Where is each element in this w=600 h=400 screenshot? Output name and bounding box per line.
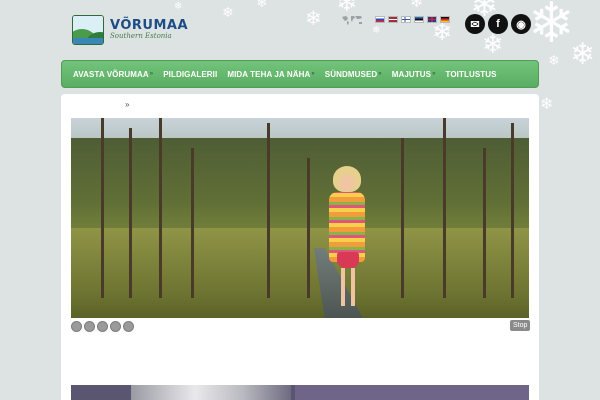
nav-item-majutus[interactable]: MAJUTUS» [392, 70, 436, 79]
site-logo[interactable]: VÕRUMAA Southern Estonia [72, 15, 188, 45]
snowflake-decoration: ❄ [528, 0, 575, 56]
submenu-arrow-icon: » [311, 71, 315, 77]
logo-subtitle: Southern Estonia [110, 32, 172, 40]
slideshow-pager [71, 321, 134, 332]
snowflake-decoration: ❄ [372, 25, 381, 36]
submenu-arrow-icon: » [378, 71, 382, 77]
snowflake-decoration: ❄ [222, 5, 234, 21]
snowflake-decoration: ❄ [540, 94, 554, 113]
slide-dot[interactable] [71, 321, 82, 332]
snowflake-decoration: ❄ [432, 18, 453, 46]
snowflake-decoration: ❄ [548, 53, 560, 69]
nav-item-sundmused[interactable]: SÜNDMUSED» [325, 70, 382, 79]
nav-item-mida-teha-ja-naha[interactable]: MIDA TEHA JA NÄHA» [227, 70, 314, 79]
logo-landscape-icon [72, 15, 104, 45]
flag-en-icon[interactable] [427, 16, 437, 23]
breadcrumb: » [125, 100, 130, 109]
slideshow-image[interactable] [71, 118, 529, 318]
slide-dot[interactable] [123, 321, 134, 332]
main-nav: AVASTA VÕRUMAA» PILDIGALERII MIDA TEHA J… [61, 60, 539, 88]
submenu-arrow-icon: » [432, 71, 436, 77]
nav-item-avasta-vorumaa[interactable]: AVASTA VÕRUMAA» [73, 70, 153, 79]
snowflake-decoration: ❄ [570, 37, 596, 72]
submenu-arrow-icon: » [149, 71, 154, 77]
flag-lv-icon[interactable] [388, 16, 398, 23]
flag-ru-icon[interactable] [375, 16, 385, 23]
snowflake-decoration: ❄ [482, 30, 504, 60]
nav-item-pildigalerii[interactable]: PILDIGALERII [163, 70, 217, 79]
rss-icon[interactable]: ◉ [511, 14, 531, 34]
snowflake-decoration: ❄ [305, 6, 322, 30]
content-panel: » Stop [61, 94, 539, 400]
slide-dot[interactable] [84, 321, 95, 332]
flag-de-icon[interactable] [440, 16, 450, 23]
world-map-icon[interactable] [340, 14, 364, 26]
snowflake-decoration: ❄ [174, 1, 183, 12]
flag-et-icon[interactable] [414, 16, 424, 23]
flag-fi-icon[interactable] [401, 16, 411, 23]
social-links: ✉ f ◉ [465, 14, 531, 34]
logo-title: VÕRUMAA [110, 18, 189, 33]
slide-dot[interactable] [110, 321, 121, 332]
snowflake-decoration: ❄ [410, 0, 424, 11]
slideshow-stop-button[interactable]: Stop [510, 320, 531, 331]
nav-item-toitlustus[interactable]: TOITLUSTUS [446, 70, 497, 79]
featured-image-strip[interactable] [71, 385, 529, 400]
slide-dot[interactable] [97, 321, 108, 332]
language-switcher [375, 16, 450, 23]
email-icon[interactable]: ✉ [465, 14, 485, 34]
snowflake-decoration: ❄ [256, 0, 268, 11]
facebook-icon[interactable]: f [488, 14, 508, 34]
